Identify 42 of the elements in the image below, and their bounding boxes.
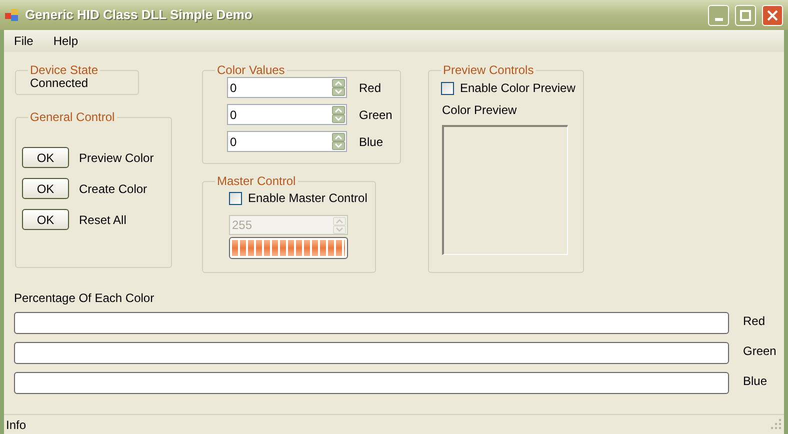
spin-arrows-icon <box>333 216 346 234</box>
spin-arrows-icon <box>332 133 345 150</box>
group-title: Color Values <box>216 64 286 76</box>
field-label: Green <box>359 106 392 124</box>
status-text: Connected <box>29 76 90 90</box>
number-field[interactable]: 0 <box>227 104 347 125</box>
maximize-icon <box>740 10 751 20</box>
maximize-button[interactable] <box>735 4 756 26</box>
number-field[interactable]: 0 <box>227 77 347 98</box>
action-label: Create Color <box>79 180 148 198</box>
window-title: Generic HID Class DLL Simple Demo <box>25 6 254 24</box>
checkbox-label: Enable Color Preview <box>460 80 576 97</box>
ok-button[interactable]: OK <box>22 209 69 230</box>
field-label: Blue <box>359 134 384 150</box>
minimize-icon <box>714 18 722 20</box>
checkbox[interactable] <box>441 82 454 94</box>
action-label: Reset All <box>79 212 126 228</box>
group-title: General Control <box>29 111 116 123</box>
bar-label: Green <box>743 343 776 360</box>
section-label: Percentage Of Each Color <box>14 290 156 307</box>
spin-arrows-icon <box>332 106 345 123</box>
preview-label: Color Preview <box>441 102 518 119</box>
group-title: Master Control <box>216 175 297 187</box>
group-title: Device State <box>29 64 100 76</box>
bar-label: Blue <box>743 373 768 390</box>
spin-arrows-icon <box>332 79 345 96</box>
bar-label: Red <box>743 313 766 330</box>
close-icon <box>767 10 778 20</box>
ok-button[interactable]: OK <box>22 178 69 199</box>
close-button[interactable] <box>762 4 783 26</box>
minimize-button[interactable] <box>708 4 729 26</box>
menu-item[interactable]: Help <box>53 32 78 50</box>
checkbox-label: Enable Master Control <box>248 190 368 207</box>
ok-button[interactable]: OK <box>22 147 69 168</box>
app-icon <box>5 8 19 22</box>
group-title: Preview Controls <box>442 64 535 76</box>
status-text: Info <box>6 416 26 434</box>
menu-item[interactable]: File <box>14 32 34 50</box>
action-label: Preview Color <box>79 150 154 166</box>
number-field[interactable]: 0 <box>227 131 347 152</box>
resize-grip-icon <box>771 419 782 430</box>
field-label: Red <box>359 80 382 96</box>
